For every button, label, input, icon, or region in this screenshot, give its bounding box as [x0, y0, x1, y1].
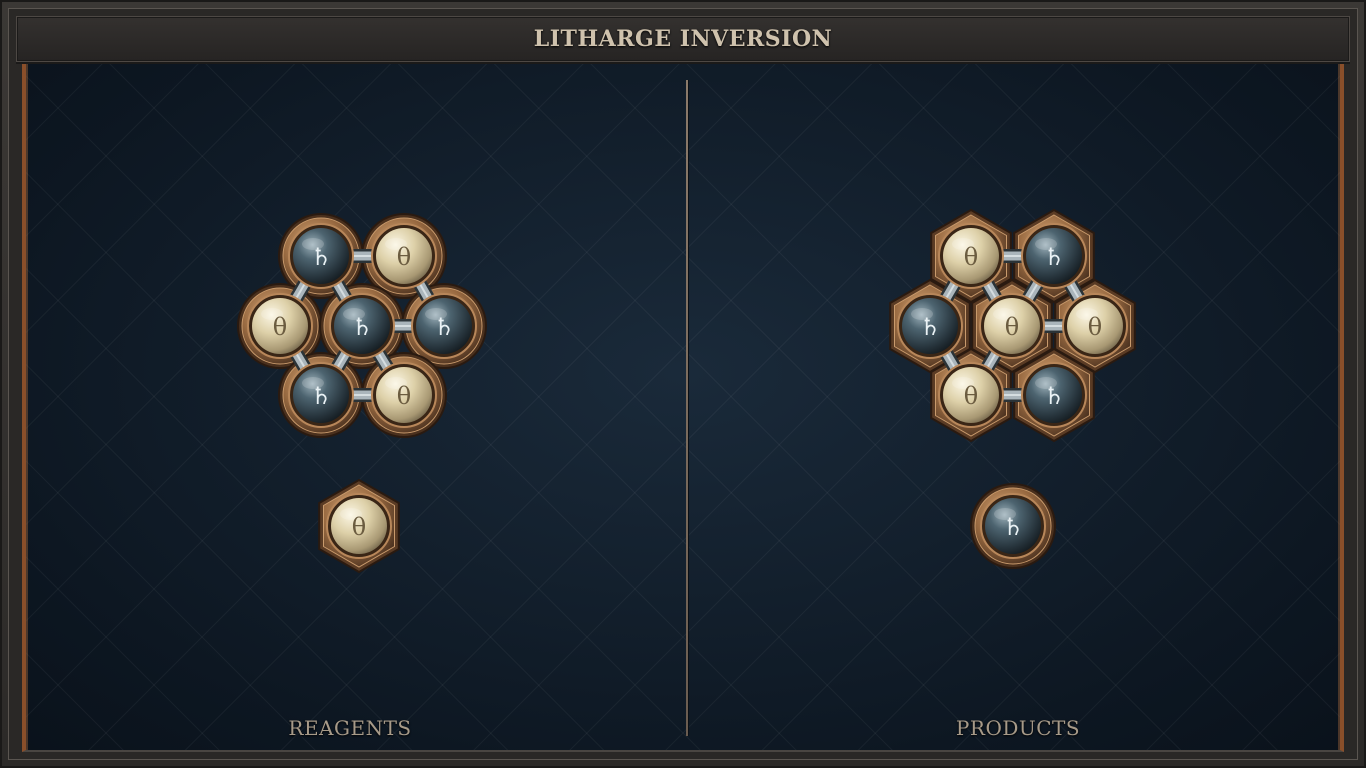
salt-symbol-icon: θ — [1088, 313, 1102, 341]
reagents-label: REAGENTS — [288, 716, 412, 740]
lead-symbol-icon: ♄ — [310, 382, 332, 410]
salt-symbol-icon: θ — [397, 382, 411, 410]
salt-symbol-icon: θ — [397, 243, 411, 271]
salt-symbol-icon: θ — [964, 382, 978, 410]
lead-symbol-icon: ♄ — [1043, 382, 1065, 410]
salt-symbol-icon: θ — [1005, 313, 1019, 341]
products-label: PRODUCTS — [955, 716, 1081, 740]
salt-atom[interactable]: θ — [1062, 293, 1128, 359]
title-bar: LITHARGE INVERSION — [16, 16, 1350, 62]
salt-atom[interactable]: θ — [371, 223, 437, 289]
salt-symbol-icon: θ — [352, 513, 366, 541]
salt-atom[interactable]: θ — [979, 293, 1045, 359]
lead-symbol-icon: ♄ — [310, 243, 332, 271]
salt-atom[interactable]: θ — [326, 493, 392, 559]
lead-atom[interactable]: ♄ — [288, 223, 354, 289]
lead-symbol-icon: ♄ — [351, 313, 373, 341]
salt-atom[interactable]: θ — [247, 293, 313, 359]
product-molecule-1: θ ♄ ♄ θ θ θ ♄ — [889, 208, 1136, 443]
salt-atom[interactable]: θ — [371, 362, 437, 428]
salt-symbol-icon: θ — [964, 243, 978, 271]
reagent-molecule-1: ♄ θ θ ♄ ♄ ♄ θ — [237, 213, 487, 438]
salt-atom[interactable]: θ — [938, 362, 1004, 428]
lead-symbol-icon: ♄ — [919, 313, 941, 341]
lead-symbol-icon: ♄ — [1002, 513, 1024, 541]
lead-atom[interactable]: ♄ — [288, 362, 354, 428]
lead-atom[interactable]: ♄ — [980, 493, 1046, 559]
lead-symbol-icon: ♄ — [433, 313, 455, 341]
lead-atom[interactable]: ♄ — [411, 293, 477, 359]
lead-atom[interactable]: ♄ — [1021, 223, 1087, 289]
lead-atom[interactable]: ♄ — [897, 293, 963, 359]
lead-atom[interactable]: ♄ — [1021, 362, 1087, 428]
salt-atom[interactable]: θ — [938, 223, 1004, 289]
molecule-canvas: ♄ θ θ ♄ ♄ ♄ θ θ θ ♄ ♄ θ θ θ ♄ ♄ — [237, 208, 1136, 574]
lead-symbol-icon: ♄ — [1043, 243, 1065, 271]
reagent-molecule-2: θ — [318, 478, 400, 574]
molecule-board: ♄ θ θ ♄ ♄ ♄ θ θ θ ♄ ♄ θ θ θ ♄ ♄ REAGENTS PRODUCTS — [22, 64, 1344, 752]
puzzle-title: LITHARGE INVERSION — [533, 26, 833, 52]
lead-atom[interactable]: ♄ — [329, 293, 395, 359]
panel-divider — [686, 80, 688, 736]
salt-symbol-icon: θ — [273, 313, 287, 341]
product-molecule-2: ♄ — [970, 483, 1056, 569]
